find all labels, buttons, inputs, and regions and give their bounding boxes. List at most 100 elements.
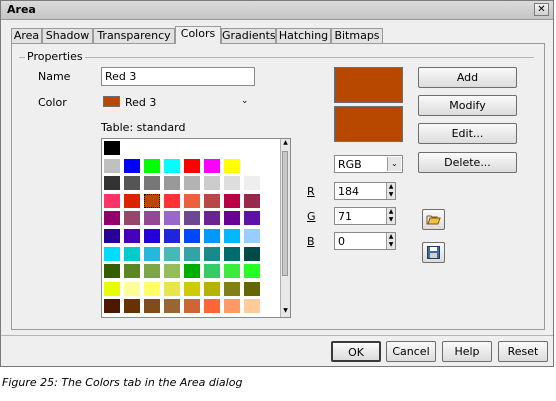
tab-bitmaps[interactable]: Bitmaps	[331, 28, 383, 43]
scroll-thumb[interactable]	[282, 151, 288, 276]
color-swatch[interactable]	[103, 228, 121, 244]
color-swatch[interactable]	[103, 175, 121, 192]
tab-colors[interactable]: Colors	[175, 26, 221, 44]
color-swatch[interactable]	[123, 245, 141, 262]
color-swatch[interactable]	[163, 175, 181, 192]
color-swatch[interactable]	[183, 228, 201, 244]
color-swatch[interactable]	[203, 245, 221, 262]
color-swatch[interactable]	[163, 228, 181, 244]
color-swatch[interactable]	[203, 228, 221, 244]
color-swatch[interactable]	[103, 157, 121, 174]
color-swatch[interactable]	[123, 280, 141, 297]
color-swatch[interactable]	[183, 175, 201, 192]
color-swatch[interactable]	[223, 175, 241, 192]
color-swatch[interactable]	[243, 245, 261, 262]
color-dropdown[interactable]: Red 3 ⌄	[101, 93, 255, 111]
r-field[interactable]: 184 ▲ ▼	[334, 182, 396, 200]
b-spinner[interactable]: ▲ ▼	[386, 233, 395, 249]
color-swatch[interactable]	[163, 245, 181, 262]
scroll-up-icon[interactable]: ▲	[281, 139, 290, 148]
g-field[interactable]: 71 ▲ ▼	[334, 207, 396, 225]
color-swatch[interactable]	[203, 175, 221, 192]
color-swatch[interactable]	[143, 210, 161, 227]
color-swatch[interactable]	[223, 157, 241, 174]
color-swatch[interactable]	[183, 157, 201, 174]
color-swatch[interactable]	[203, 157, 221, 174]
modify-button[interactable]: Modify	[418, 95, 517, 116]
tab-area[interactable]: Area	[11, 28, 42, 43]
color-swatch[interactable]	[163, 210, 181, 227]
color-swatch[interactable]	[123, 228, 141, 244]
color-swatch[interactable]	[223, 298, 241, 315]
color-swatch[interactable]	[103, 140, 121, 156]
color-table-scrollbar[interactable]: ▲ ▼	[280, 139, 290, 317]
color-table[interactable]: ▲ ▼	[101, 138, 291, 318]
color-swatch[interactable]	[243, 192, 261, 209]
ok-button[interactable]: OK	[331, 341, 381, 362]
color-swatch[interactable]	[223, 228, 241, 244]
b-field[interactable]: 0 ▲ ▼	[334, 232, 396, 250]
color-swatch[interactable]	[163, 280, 181, 297]
color-swatch[interactable]	[143, 228, 161, 244]
color-swatch[interactable]	[123, 157, 141, 174]
color-swatch[interactable]	[163, 157, 181, 174]
color-swatch[interactable]	[123, 192, 141, 209]
color-swatch[interactable]	[143, 280, 161, 297]
color-swatch[interactable]	[243, 228, 261, 244]
tab-gradients[interactable]: Gradients	[221, 28, 276, 43]
title-bar[interactable]: Area ✕	[1, 1, 553, 20]
color-swatch[interactable]	[243, 263, 261, 280]
color-swatch[interactable]	[143, 263, 161, 280]
color-swatch[interactable]	[183, 263, 201, 280]
color-swatch[interactable]	[203, 280, 221, 297]
add-button[interactable]: Add	[418, 67, 517, 88]
tab-hatching[interactable]: Hatching	[276, 28, 331, 43]
color-swatch[interactable]	[243, 298, 261, 315]
color-swatch[interactable]	[203, 298, 221, 315]
color-swatch[interactable]	[243, 175, 261, 192]
r-spinner[interactable]: ▲ ▼	[386, 183, 395, 199]
color-swatch[interactable]	[223, 210, 241, 227]
delete-button[interactable]: Delete...	[418, 152, 517, 173]
color-swatch[interactable]	[143, 175, 161, 192]
color-swatch[interactable]	[103, 245, 121, 262]
edit-button[interactable]: Edit...	[418, 123, 517, 144]
color-swatch[interactable]	[143, 298, 161, 315]
color-swatch[interactable]	[103, 192, 121, 209]
scroll-down-icon[interactable]: ▼	[281, 307, 290, 316]
color-swatch[interactable]	[183, 298, 201, 315]
color-model-select[interactable]: RGB ⌄	[334, 155, 403, 173]
cancel-button[interactable]: Cancel	[386, 341, 436, 362]
color-swatch[interactable]	[243, 280, 261, 297]
color-swatch[interactable]	[203, 263, 221, 280]
color-swatch[interactable]	[223, 263, 241, 280]
color-swatch[interactable]	[143, 157, 161, 174]
color-swatch[interactable]	[183, 192, 201, 209]
color-swatch[interactable]	[183, 245, 201, 262]
color-swatch[interactable]	[203, 192, 221, 209]
color-swatch[interactable]	[223, 280, 241, 297]
color-swatch[interactable]	[123, 263, 141, 280]
tab-transparency[interactable]: Transparency	[93, 28, 175, 43]
color-swatch[interactable]	[223, 192, 241, 209]
color-swatch[interactable]	[163, 192, 181, 209]
tab-shadow[interactable]: Shadow	[42, 28, 93, 43]
color-swatch[interactable]	[183, 210, 201, 227]
color-swatch[interactable]	[183, 280, 201, 297]
color-swatch[interactable]	[243, 210, 261, 227]
color-swatch[interactable]	[103, 210, 121, 227]
color-swatch[interactable]	[203, 210, 221, 227]
name-field[interactable]: Red 3	[101, 67, 255, 86]
save-color-list-button[interactable]	[422, 242, 445, 263]
color-swatch[interactable]	[103, 263, 121, 280]
color-swatch[interactable]	[223, 245, 241, 262]
help-button[interactable]: Help	[442, 341, 492, 362]
color-swatch[interactable]	[103, 280, 121, 297]
color-swatch[interactable]	[243, 157, 261, 174]
g-spinner[interactable]: ▲ ▼	[386, 208, 395, 224]
color-swatch[interactable]	[123, 298, 141, 315]
reset-button[interactable]: Reset	[498, 341, 548, 362]
color-swatch[interactable]	[163, 298, 181, 315]
color-swatch[interactable]	[103, 298, 121, 315]
color-swatch[interactable]	[163, 263, 181, 280]
